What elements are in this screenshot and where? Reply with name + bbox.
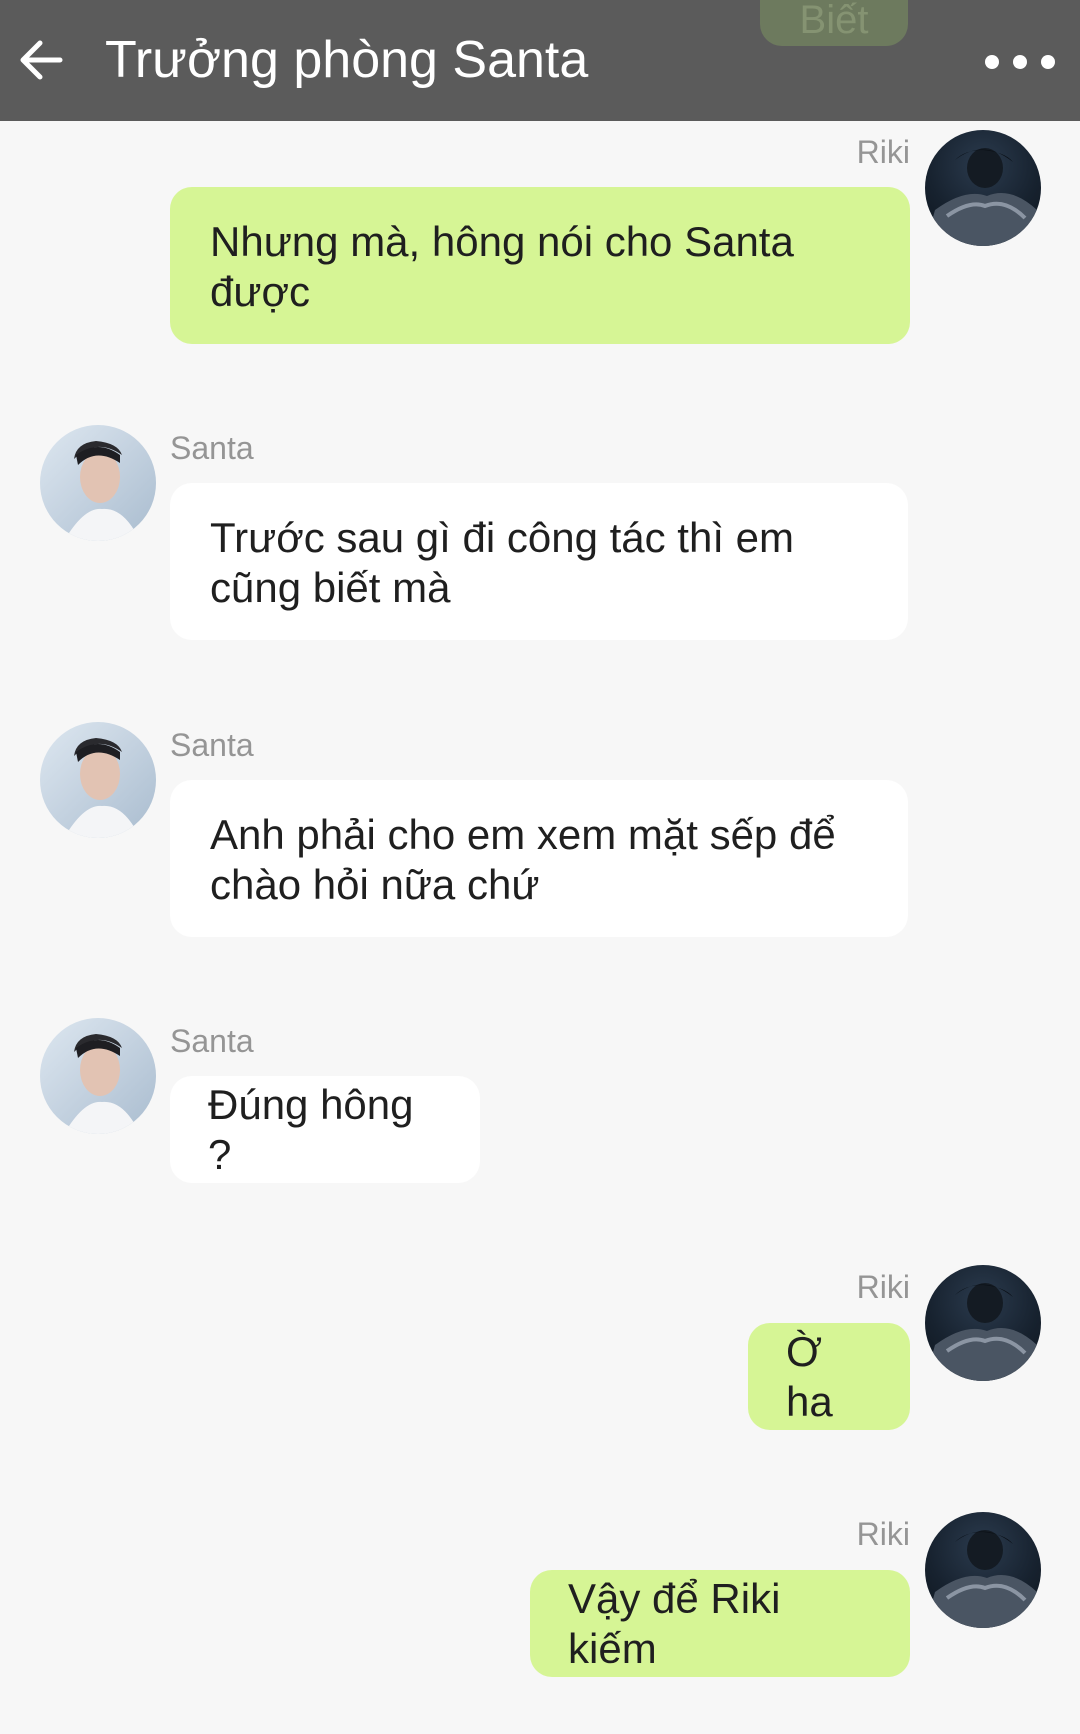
more-horizontal-icon xyxy=(985,55,999,69)
more-options-button[interactable] xyxy=(985,45,1055,79)
chat-title: Trưởng phòng Santa xyxy=(105,31,589,89)
message-text: Nhưng mà, hông nói cho Santa được xyxy=(210,218,794,315)
sender-name: Riki xyxy=(856,134,910,170)
sender-name: Riki xyxy=(856,1516,910,1552)
more-dot xyxy=(1013,55,1027,69)
sender-name: Santa xyxy=(170,727,254,763)
message-text: Ờ ha xyxy=(786,1327,833,1425)
message-bubble-incoming[interactable]: Anh phải cho em xem mặt sếp để chào hỏi … xyxy=(170,780,908,937)
message-bubble-incoming[interactable]: Đúng hông ? xyxy=(170,1076,480,1183)
sender-name: Santa xyxy=(170,430,254,466)
back-button[interactable] xyxy=(18,34,64,86)
avatar-riki[interactable] xyxy=(925,1512,1041,1628)
message-bubble-outgoing[interactable]: Vậy để Riki kiếm xyxy=(530,1570,910,1677)
avatar-santa[interactable] xyxy=(40,425,156,541)
more-dot xyxy=(1041,55,1055,69)
sender-name: Riki xyxy=(856,1269,910,1305)
partial-message-bubble[interactable]: Biết xyxy=(760,0,908,46)
message-bubble-outgoing[interactable]: Nhưng mà, hông nói cho Santa được xyxy=(170,187,910,344)
message-text: Đúng hông ? xyxy=(208,1080,414,1178)
message-text: Vậy để Riki kiếm xyxy=(568,1574,781,1672)
message-text: Trước sau gì đi công tác thì em cũng biế… xyxy=(210,514,795,611)
avatar-riki[interactable] xyxy=(925,1265,1041,1381)
message-bubble-incoming[interactable]: Trước sau gì đi công tác thì em cũng biế… xyxy=(170,483,908,640)
avatar-riki[interactable] xyxy=(925,130,1041,246)
partial-message-text: Biết xyxy=(799,0,869,42)
sender-name: Santa xyxy=(170,1023,254,1059)
arrow-left-icon xyxy=(20,40,63,80)
avatar-santa[interactable] xyxy=(40,1018,156,1134)
avatar-santa[interactable] xyxy=(40,722,156,838)
message-bubble-outgoing[interactable]: Ờ ha xyxy=(748,1323,910,1430)
message-text: Anh phải cho em xem mặt sếp để chào hỏi … xyxy=(210,811,836,908)
chat-header: Biết Trưởng phòng Santa xyxy=(0,0,1080,121)
